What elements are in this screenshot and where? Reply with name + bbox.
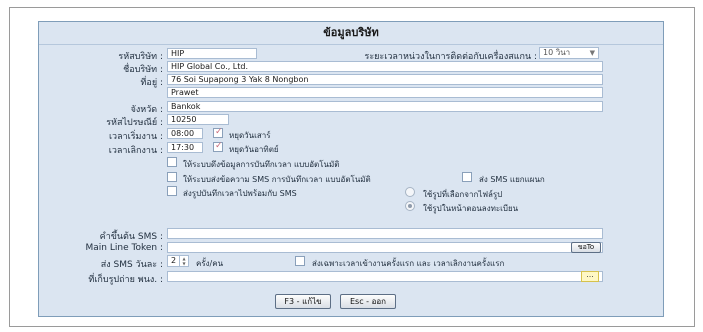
exit-button[interactable]: Esc - ออก <box>340 294 396 309</box>
auto-record-label: ให้ระบบดึงข้อมูลการบันทึกเวลา แบบอัตโนมั… <box>183 160 340 169</box>
company-code-field[interactable]: HIP <box>167 48 257 59</box>
panel-title: ข้อมูลบริษัท <box>39 22 663 45</box>
sms-per-day-stepper[interactable]: 2 ▲ ▼ <box>167 255 189 267</box>
work-end-label: เวลาเลิกงาน : <box>108 146 163 156</box>
sms-per-day-value: 2 <box>171 256 177 265</box>
sunday-off-checkbox[interactable] <box>213 141 223 152</box>
scanner-interval-select[interactable]: 10 วินา ▼ <box>539 47 599 59</box>
line-token-label: Main Line Token : <box>85 243 163 253</box>
saturday-off-checkbox[interactable] <box>213 127 223 138</box>
sms-prefix-label: คำขึ้นต้น SMS : <box>99 232 163 242</box>
first-entry-only-label: ส่งเฉพาะเวลาเข้างานครั้งแรก และ เวลาเลิก… <box>312 259 505 268</box>
browse-folder-button[interactable]: ... <box>581 271 599 282</box>
province-label: จังหวัด : <box>130 105 163 115</box>
photo-from-file-radio[interactable] <box>405 187 415 197</box>
scanner-interval-value: 10 วินา <box>543 48 571 57</box>
work-end-field[interactable]: 17:30 <box>167 142 203 153</box>
work-start-label: เวลาเริ่มงาน : <box>108 132 163 142</box>
send-photo-checkbox[interactable] <box>167 186 177 196</box>
window-frame: ข้อมูลบริษัท รหัสบริษัท : HIP ระยะเวลาหน… <box>9 7 695 327</box>
work-start-field[interactable]: 08:00 <box>167 128 203 139</box>
photo-from-register-radio[interactable] <box>405 201 415 211</box>
photo-folder-field[interactable] <box>167 271 603 282</box>
send-photo-label: ส่งรูปบันทึกเวลาไปพร้อมกับ SMS <box>183 189 297 198</box>
address-label: ที่อยู่ : <box>140 78 163 88</box>
sms-split-checkbox[interactable] <box>462 172 472 182</box>
company-info-panel: ข้อมูลบริษัท รหัสบริษัท : HIP ระยะเวลาหน… <box>38 21 664 317</box>
sms-auto-label: ให้ระบบส่งข้อความ SMS การบันทึกเวลา แบบอ… <box>183 175 371 184</box>
company-name-field[interactable]: HIP Global Co., Ltd. <box>167 61 603 72</box>
stepper-arrows-icon[interactable]: ▲ ▼ <box>179 256 188 266</box>
postcode-field[interactable]: 10250 <box>167 114 229 125</box>
line-token-field[interactable] <box>167 242 603 253</box>
province-field[interactable]: Bankok <box>167 101 603 112</box>
postcode-label: รหัสไปรษณีย์ : <box>106 118 163 128</box>
sms-prefix-field[interactable] <box>167 228 603 239</box>
sms-auto-checkbox[interactable] <box>167 172 177 182</box>
auto-record-checkbox[interactable] <box>167 157 177 167</box>
company-name-label: ชื่อบริษัท : <box>123 65 163 75</box>
sms-split-label: ส่ง SMS แยกแผนก <box>479 175 545 184</box>
sms-per-day-unit: ครั้ง/คน <box>196 259 224 268</box>
company-code-label: รหัสบริษัท : <box>118 52 163 62</box>
address-line2-field[interactable]: Prawet <box>167 87 603 98</box>
photo-from-register-label: ใช้รูปในหน้าตอนลงทะเบียน <box>423 204 519 213</box>
request-token-button[interactable]: ขอTo <box>571 242 601 253</box>
address-line1-field[interactable]: 76 Soi Supapong 3 Yak 8 Nongbon <box>167 74 603 85</box>
sunday-off-label: หยุดวันอาทิตย์ <box>229 145 279 154</box>
first-entry-only-checkbox[interactable] <box>295 256 305 266</box>
sms-per-day-label: ส่ง SMS วันละ : <box>100 260 163 270</box>
chevron-down-icon: ▼ <box>589 49 595 57</box>
edit-button[interactable]: F3 - แก้ไข <box>275 294 331 309</box>
saturday-off-label: หยุดวันเสาร์ <box>229 131 271 140</box>
photo-from-file-label: ใช้รูปที่เลือกจากไฟล์รูป <box>423 190 503 199</box>
photo-folder-label: ที่เก็บรูปถ่าย พนง. : <box>88 275 163 285</box>
